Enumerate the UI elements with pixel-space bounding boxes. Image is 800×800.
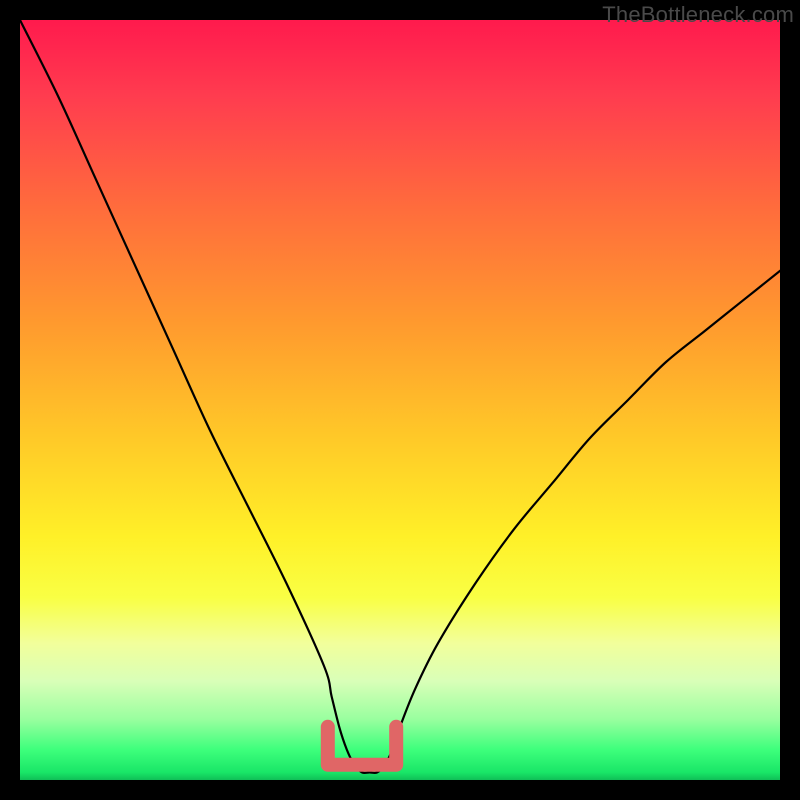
watermark-text: TheBottleneck.com [602,2,794,28]
plot-area [20,20,780,780]
bottleneck-curve-path [20,20,780,773]
plot-svg [20,20,780,780]
highlight-min-path [328,727,396,765]
chart-frame: TheBottleneck.com [0,0,800,800]
